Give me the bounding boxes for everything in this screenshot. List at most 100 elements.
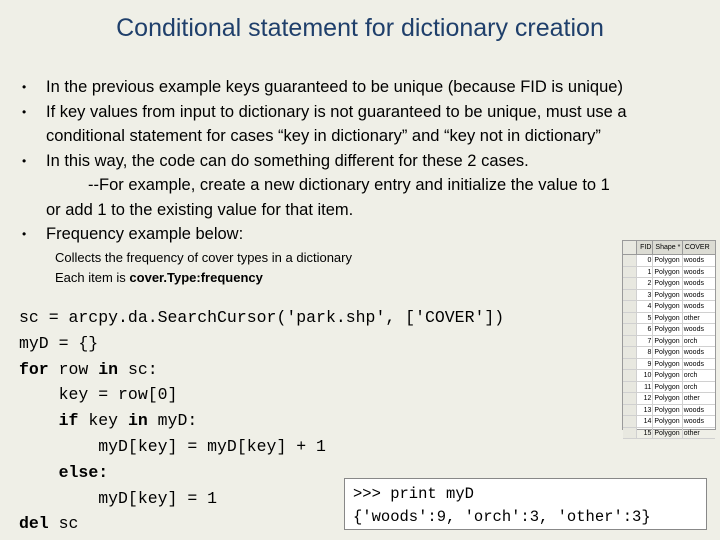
table-cell: Polygon bbox=[653, 393, 683, 404]
bullet-text: Frequency example below: bbox=[46, 225, 244, 243]
table-cell: woods bbox=[683, 418, 704, 425]
table-row[interactable]: 5 Polygon other bbox=[623, 312, 715, 324]
subtext-line: Collects the frequency of cover types in… bbox=[55, 250, 352, 265]
table-header: FID Shape * COVER bbox=[623, 241, 715, 255]
table-cell: orch bbox=[683, 337, 698, 345]
table-cell: other bbox=[683, 429, 700, 437]
code-keyword: for bbox=[19, 359, 49, 379]
table-cell: woods bbox=[683, 280, 704, 287]
table-cell: orch bbox=[683, 372, 698, 379]
table-cell: woods bbox=[683, 360, 704, 368]
bullet-dot: • bbox=[22, 153, 27, 168]
table-cell: woods bbox=[683, 257, 704, 264]
code-keyword: else: bbox=[58, 462, 109, 482]
table-cell: Polygon bbox=[653, 370, 683, 381]
code-text: key bbox=[78, 411, 128, 431]
attribute-table: FID Shape * COVER 0 Polygon woods 1 Polygon w… bbox=[622, 240, 716, 439]
table-cell: other bbox=[683, 314, 700, 322]
table-row[interactable]: 1 Polygon woods bbox=[623, 266, 715, 278]
table-cell: Polygon bbox=[653, 278, 683, 289]
table-body: 0 Polygon woods 1 Polygon woods 2 Polygon woods 3… bbox=[623, 255, 715, 439]
table-cell: 13 bbox=[637, 404, 654, 415]
code-line: key = row[0] bbox=[19, 385, 178, 405]
code-line: for row in sc: bbox=[19, 357, 639, 383]
code-line: if key in myD: bbox=[19, 408, 639, 434]
table-cell: 12 bbox=[637, 393, 654, 404]
table-cell bbox=[623, 347, 637, 358]
table-cell bbox=[623, 289, 637, 300]
table-cell: Polygon bbox=[653, 381, 683, 392]
table-row[interactable]: 3 Polygon woods bbox=[623, 289, 715, 301]
code-keyword: in bbox=[127, 411, 148, 431]
table-row[interactable]: 12 Polygon other bbox=[623, 393, 715, 405]
table-row[interactable]: 6 Polygon woods bbox=[623, 324, 715, 336]
code-text: myD: bbox=[147, 411, 198, 431]
subtext: Collects the frequency of cover types in… bbox=[55, 248, 595, 288]
table-cell bbox=[623, 335, 637, 346]
table-cell: 4 bbox=[637, 301, 654, 312]
table-cell bbox=[623, 266, 637, 277]
table-row[interactable]: 0 Polygon woods bbox=[623, 255, 715, 267]
table-row[interactable]: 10 Polygon orch bbox=[623, 370, 715, 382]
code-keyword: in bbox=[98, 359, 119, 379]
table-cell bbox=[623, 404, 637, 415]
table-header-cell: Shape * bbox=[653, 241, 683, 254]
table-cell: Polygon bbox=[653, 404, 683, 415]
table-cell: 9 bbox=[637, 358, 654, 369]
table-cell bbox=[623, 278, 637, 289]
table-row[interactable]: 4 Polygon woods bbox=[623, 301, 715, 313]
table-header-cell: FID bbox=[637, 241, 654, 254]
bullet-text: conditional statement for cases “key in … bbox=[46, 127, 601, 145]
table-row[interactable]: 7 Polygon orch bbox=[623, 335, 715, 347]
code-line: myD = {} bbox=[19, 333, 99, 353]
table-cell: Polygon bbox=[653, 312, 683, 323]
table-cell bbox=[623, 416, 637, 427]
table-cell: 11 bbox=[637, 381, 654, 392]
table-cell: woods bbox=[683, 326, 704, 333]
table-row[interactable]: 14 Polygon woods bbox=[623, 416, 715, 428]
table-cell: Polygon bbox=[653, 324, 683, 335]
code-keyword: del bbox=[19, 514, 49, 534]
table-cell: woods bbox=[683, 349, 704, 356]
table-cell bbox=[623, 312, 637, 323]
table-row[interactable]: 2 Polygon woods bbox=[623, 278, 715, 290]
table-cell: woods bbox=[683, 291, 704, 299]
bullet-item: • In the previous example keys guarantee… bbox=[18, 75, 708, 100]
bullet-text: In the previous example keys guaranteed … bbox=[46, 78, 623, 96]
output-line: {'woods':9, 'orch':3, 'other':3} bbox=[353, 508, 651, 526]
bullet-text: In this way, the code can do something d… bbox=[46, 151, 529, 170]
table-cell: 14 bbox=[637, 416, 654, 427]
table-cell bbox=[623, 301, 637, 312]
bullet-dot: • bbox=[22, 104, 27, 119]
table-cell bbox=[623, 358, 637, 369]
table-cell: Polygon bbox=[653, 335, 683, 346]
code-line: sc = arcpy.da.SearchCursor('park.shp', [… bbox=[19, 308, 505, 327]
bullet-text: If key values from input to dictionary i… bbox=[46, 102, 627, 121]
table-cell: woods bbox=[683, 303, 704, 310]
output-line: >>> print myD bbox=[353, 485, 474, 503]
table-cell bbox=[623, 324, 637, 335]
table-cell: 3 bbox=[637, 289, 654, 300]
code-keyword: if bbox=[58, 411, 79, 431]
table-row[interactable]: 11 Polygon orch bbox=[623, 381, 715, 393]
table-cell: 2 bbox=[637, 278, 654, 289]
table-row[interactable]: 15 Polygon other bbox=[623, 427, 715, 439]
table-cell bbox=[623, 393, 637, 404]
table-row[interactable]: 9 Polygon woods bbox=[623, 358, 715, 370]
code-text: sc: bbox=[118, 359, 158, 379]
table-cell: 0 bbox=[637, 255, 654, 266]
table-cell: Polygon bbox=[653, 416, 683, 427]
table-cell: orch bbox=[683, 383, 698, 391]
table-cell: 15 bbox=[637, 427, 654, 438]
bullet-item: • If key values from input to dictionary… bbox=[18, 100, 708, 149]
table-row[interactable]: 13 Polygon woods bbox=[623, 404, 715, 416]
subtext-bold: cover.Type:frequency bbox=[129, 270, 263, 285]
table-cell: Polygon bbox=[653, 289, 683, 300]
table-cell bbox=[623, 381, 637, 392]
code-text: row bbox=[48, 359, 99, 379]
subtext-prefix: Each item is bbox=[55, 270, 130, 285]
code-line: myD[key] = myD[key] + 1 bbox=[19, 436, 326, 456]
table-cell: 7 bbox=[637, 335, 654, 346]
table-cell: woods bbox=[683, 268, 704, 276]
table-row[interactable]: 8 Polygon woods bbox=[623, 347, 715, 359]
